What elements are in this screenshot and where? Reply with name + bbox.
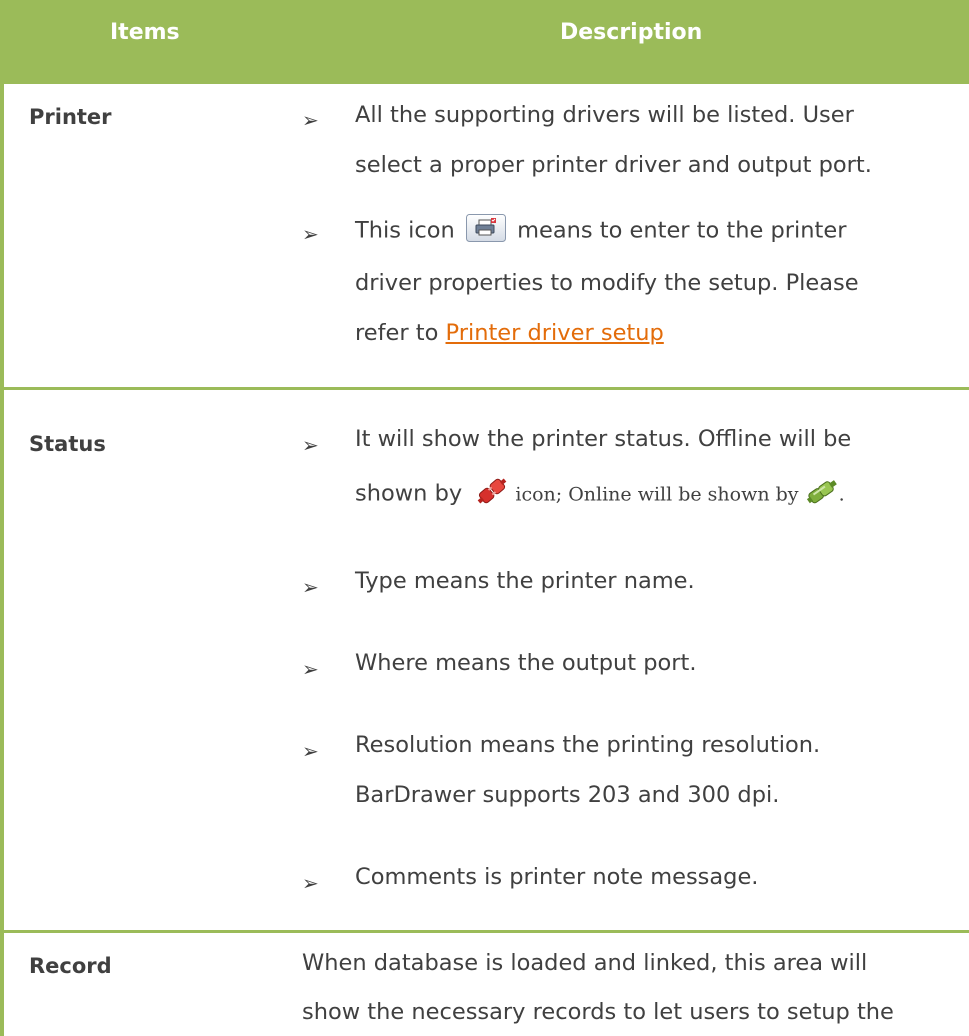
record-line2: show the necessary records to let users … bbox=[302, 999, 894, 1025]
printer-bullet2-line3: refer to Printer driver setup bbox=[355, 320, 664, 346]
description-table: Items Description Printer ➢ All the supp… bbox=[0, 0, 969, 1036]
header-description: Description bbox=[560, 20, 703, 45]
row-separator bbox=[0, 387, 969, 390]
item-label-status: Status bbox=[29, 432, 106, 456]
status-bullet5: Comments is printer note message. bbox=[355, 864, 759, 890]
table-header: Items Description bbox=[0, 0, 969, 84]
table-left-border bbox=[0, 84, 4, 1036]
status-period: . bbox=[838, 483, 845, 506]
printer-properties-icon[interactable] bbox=[465, 214, 506, 248]
item-label-record: Record bbox=[29, 954, 112, 978]
row-separator bbox=[0, 930, 969, 933]
printer-bullet2-refer: refer to bbox=[355, 320, 446, 346]
bullet-marker: ➢ bbox=[302, 108, 319, 132]
status-bullet1-line1: It will show the printer status. Offline… bbox=[355, 426, 852, 452]
bullet-marker: ➢ bbox=[302, 657, 319, 681]
bullet-marker: ➢ bbox=[302, 222, 319, 246]
header-items: Items bbox=[110, 20, 180, 45]
status-bullet1-line2: shown by icon; Online will be shown by . bbox=[355, 474, 845, 514]
printer-bullet1-line2: select a proper printer driver and outpu… bbox=[355, 152, 872, 178]
online-plug-icon bbox=[805, 476, 839, 512]
bullet-marker: ➢ bbox=[302, 871, 319, 895]
status-shown-by: shown by bbox=[355, 480, 463, 507]
status-bullet3: Where means the output port. bbox=[355, 650, 697, 676]
printer-bullet1-line1: All the supporting drivers will be liste… bbox=[355, 102, 854, 128]
status-bullet4-line2: BarDrawer supports 203 and 300 dpi. bbox=[355, 782, 780, 808]
status-online-text: icon; Online will be shown by bbox=[509, 483, 805, 506]
status-bullet4-line1: Resolution means the printing resolution… bbox=[355, 732, 821, 758]
bullet-marker: ➢ bbox=[302, 739, 319, 763]
printer-driver-setup-link[interactable]: Printer driver setup bbox=[446, 320, 664, 346]
item-label-printer: Printer bbox=[29, 105, 112, 129]
bullet-marker: ➢ bbox=[302, 433, 319, 457]
status-bullet2: Type means the printer name. bbox=[355, 568, 695, 594]
record-line1: When database is loaded and linked, this… bbox=[302, 950, 868, 976]
bullet-marker: ➢ bbox=[302, 575, 319, 599]
printer-bullet2-pre: This icon bbox=[355, 217, 455, 244]
printer-bullet2-post: means to enter to the printer bbox=[517, 217, 847, 244]
printer-bullet2-line2: driver properties to modify the setup. P… bbox=[355, 270, 859, 296]
printer-bullet2-line1: This icon means to enter to the printer bbox=[355, 214, 846, 248]
offline-plug-icon bbox=[475, 474, 509, 514]
